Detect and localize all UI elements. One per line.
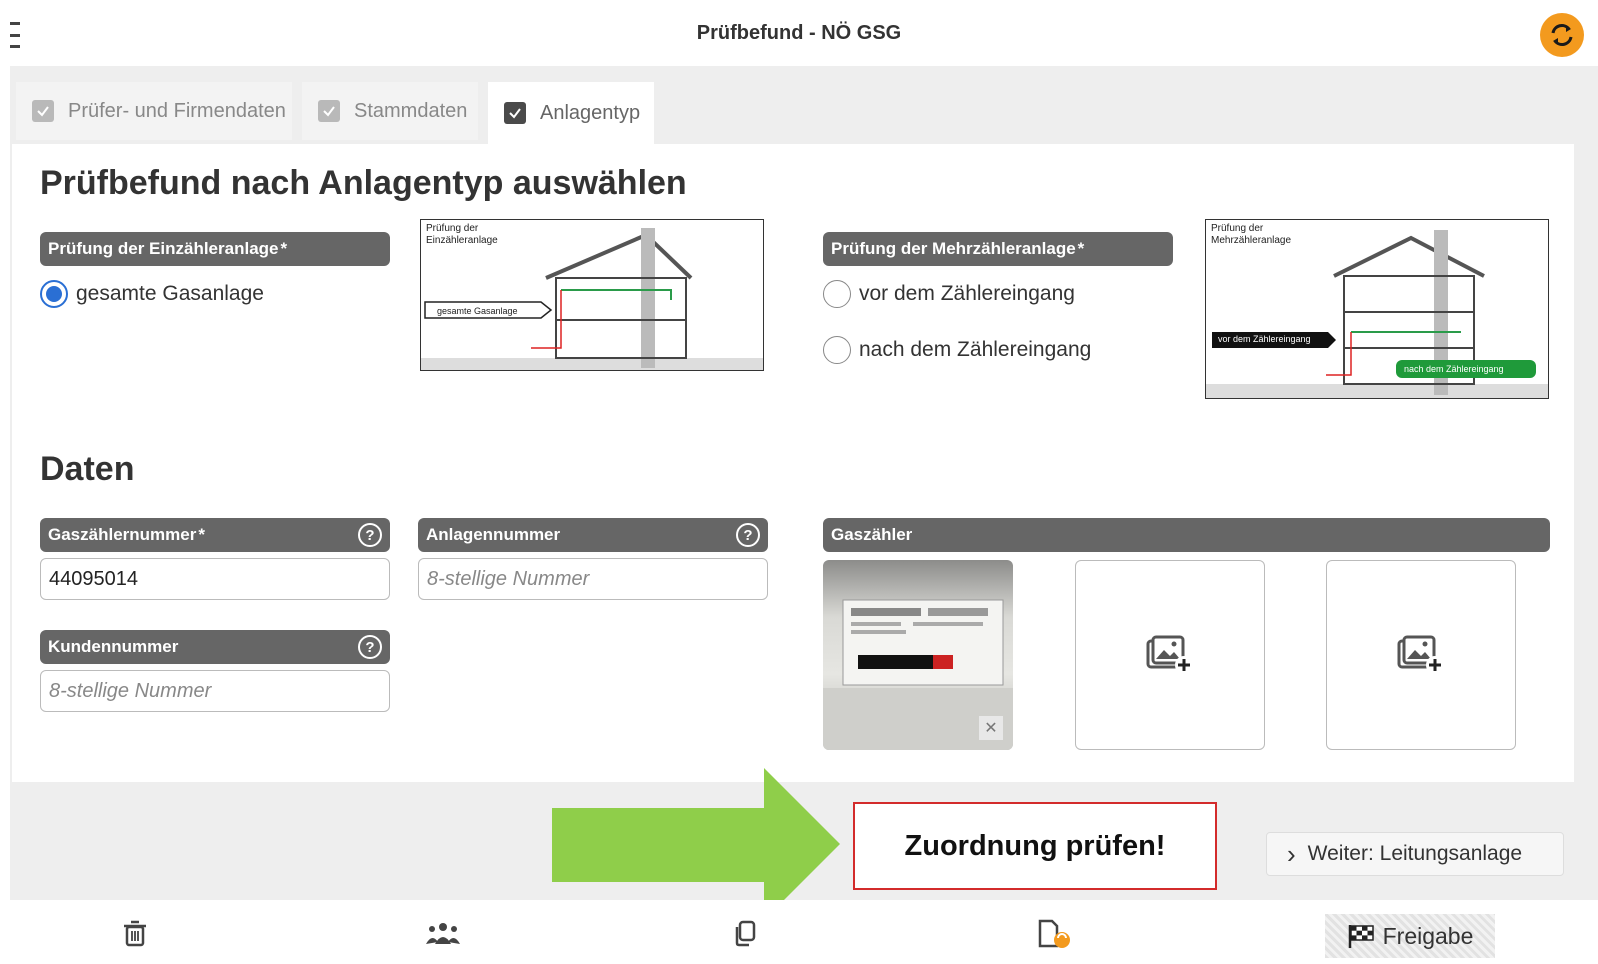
radio-unselected-icon <box>823 280 851 308</box>
radio-vor-dem-zaehlereingang[interactable]: vor dem Zählereingang <box>823 280 1075 308</box>
einzaehleranlage-diagram: Prüfung der Einzähleranlage gesamte Gasan… <box>420 219 764 371</box>
diagram-tag: gesamte Gasanlage <box>437 306 518 316</box>
trash-icon[interactable] <box>120 918 150 948</box>
freigabe-label: Freigabe <box>1382 922 1474 949</box>
tab-label: Anlagentyp <box>540 101 641 124</box>
tab-anlagentyp[interactable]: Anlagentyp <box>488 82 654 144</box>
radio-nach-dem-zaehlereingang[interactable]: nach dem Zählereingang <box>823 336 1091 364</box>
next-button-leitungsanlage[interactable]: › Weiter: Leitungsanlage <box>1266 832 1564 876</box>
label-kundennummer: Kundennummer ? <box>40 630 390 664</box>
diagram-tag-vor: vor dem Zählereingang <box>1218 334 1311 344</box>
diagram-tag-nach: nach dem Zählereingang <box>1404 364 1504 374</box>
add-photo-slot[interactable] <box>1075 560 1265 750</box>
remove-photo-button[interactable]: ✕ <box>979 716 1003 740</box>
add-photo-slot[interactable] <box>1326 560 1516 750</box>
kundennummer-input[interactable]: 8-stellige Nummer <box>40 670 390 712</box>
gaszaehler-photo[interactable]: ✕ <box>823 560 1013 750</box>
label-mehrzaehleranlage: Prüfung der Mehrzähleranlage * <box>823 232 1173 266</box>
top-bar: Prüfbefund - NÖ GSG <box>0 0 1598 66</box>
radio-label: vor dem Zählereingang <box>859 282 1075 305</box>
help-icon[interactable]: ? <box>736 523 760 547</box>
checkbox-icon <box>318 100 340 122</box>
green-arrow-icon <box>552 768 840 920</box>
pdf-sync-icon[interactable] <box>1035 918 1075 948</box>
add-image-icon <box>1397 635 1444 674</box>
users-icon[interactable] <box>423 918 463 948</box>
next-button-label: Weiter: Leitungsanlage <box>1307 842 1523 865</box>
help-icon[interactable]: ? <box>358 523 382 547</box>
app-title: Prüfbefund - NÖ GSG <box>696 22 902 44</box>
gaszaehlernummer-input[interactable]: 44095014 <box>40 558 390 600</box>
mehrzaehleranlage-diagram: Prüfung der Mehrzähleranlage vor dem Zähl… <box>1205 219 1549 399</box>
chevron-right-icon: › <box>1287 839 1296 869</box>
label-gaszaehlernummer: Gaszählernummer * ? <box>40 518 390 552</box>
freigabe-button[interactable]: Freigabe <box>1325 914 1495 958</box>
radio-unselected-icon <box>823 336 851 364</box>
tab-label: Prüfer- und Firmendaten <box>68 99 286 122</box>
label-einzaehleranlage: Prüfung der Einzähleranlage * <box>40 232 390 266</box>
copy-icon[interactable] <box>730 918 760 948</box>
radio-gesamte-gasanlage[interactable]: gesamte Gasanlage <box>40 280 264 308</box>
sync-button[interactable] <box>1540 13 1584 57</box>
tab-label: Stammdaten <box>354 99 468 122</box>
sync-icon <box>1551 24 1573 46</box>
checkbox-icon <box>504 102 526 124</box>
checkered-flag-icon <box>1348 925 1374 948</box>
checkbox-icon <box>32 100 54 122</box>
section-heading-anlagentyp: Prüfbefund nach Anlagentyp auswählen <box>40 164 687 202</box>
radio-label: nach dem Zählereingang <box>859 338 1092 361</box>
radio-label: gesamte Gasanlage <box>76 282 264 305</box>
anlagennummer-input[interactable]: 8-stellige Nummer <box>418 558 768 600</box>
tab-pruefer-firmendaten[interactable]: Prüfer- und Firmendaten <box>16 82 292 140</box>
add-image-icon <box>1146 635 1193 674</box>
label-anlagennummer: Anlagennummer ? <box>418 518 768 552</box>
radio-selected-icon <box>40 280 68 308</box>
help-icon[interactable]: ? <box>358 635 382 659</box>
tab-stammdaten[interactable]: Stammdaten <box>302 82 478 140</box>
callout-zuordnung-pruefen: Zuordnung prüfen! <box>853 802 1217 890</box>
section-heading-daten: Daten <box>40 450 135 488</box>
label-gaszaehler: Gaszähler <box>823 518 1550 552</box>
